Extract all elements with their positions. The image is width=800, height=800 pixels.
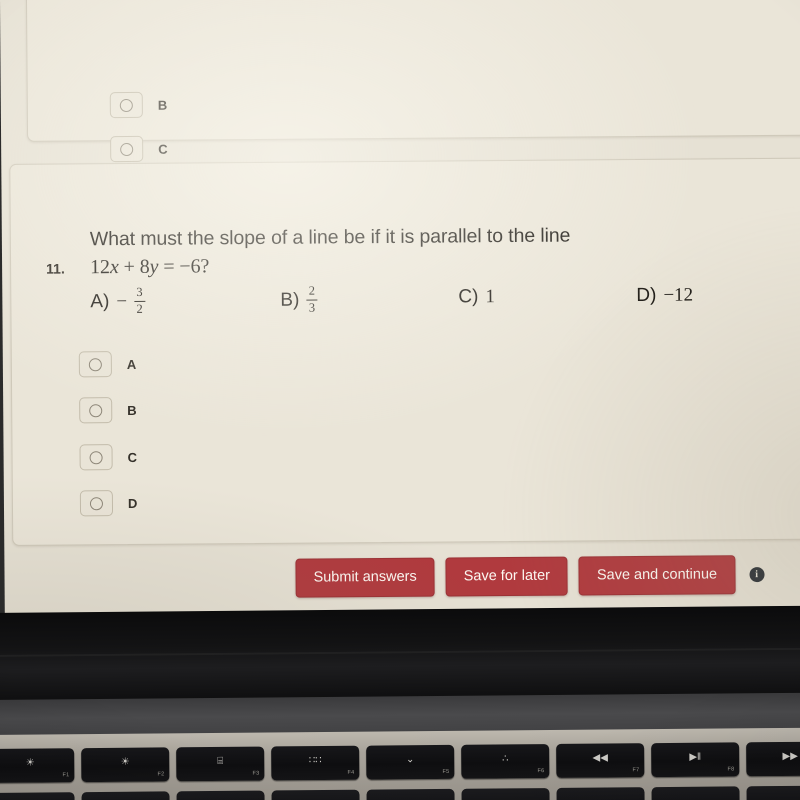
key[interactable] — [461, 788, 550, 800]
choice-a-denominator: 2 — [136, 302, 143, 317]
answer-choices: A) − 3 2 B) 2 3 C) 1 D) −12 — [90, 280, 730, 327]
choice-d-value: −12 — [663, 284, 694, 306]
choice-d: D) −12 — [636, 285, 693, 307]
key[interactable] — [176, 790, 265, 800]
answer-label-b: B — [127, 402, 137, 418]
save-for-later-button[interactable]: Save for later — [445, 556, 569, 597]
submit-answers-button[interactable]: Submit answers — [295, 557, 435, 598]
brightness-down-icon: ☀ — [25, 757, 35, 769]
question-text: What must the slope of a line be if it i… — [90, 221, 690, 282]
choice-a-numerator: 3 — [136, 284, 143, 299]
radio-dot — [89, 450, 103, 464]
photograph-of-laptop-screen: B C D 11. What must the slope of a line … — [0, 0, 800, 800]
number-key-row — [0, 785, 800, 800]
radio-dot — [120, 142, 134, 156]
key[interactable] — [366, 788, 455, 800]
choice-a-fraction: 3 2 — [134, 284, 146, 317]
key-label: F3 — [252, 770, 260, 777]
play-pause-key[interactable]: ▶‖ F8 — [651, 742, 740, 778]
mission-control-key[interactable]: ⌸ F3 — [176, 746, 265, 782]
rewind-icon: ◀◀ — [592, 752, 608, 764]
brightness-up-key[interactable]: ☀ F2 — [81, 747, 170, 783]
function-key-row: ☀ F1 ☀ F2 ⌸ F3 ∷∷ F4 ⌄ F5 ∴ F6 ◀◀ F7 ▶‖ … — [0, 741, 800, 785]
key[interactable] — [81, 791, 170, 800]
key-label: F8 — [727, 766, 735, 773]
laptop-screen-content: B C D 11. What must the slope of a line … — [0, 0, 800, 622]
keyboard-backlight-down-key[interactable]: ⌄ F5 — [366, 744, 455, 780]
radio-dot — [88, 357, 102, 371]
equation-coefficient-1: 12 — [90, 256, 111, 279]
key-label: F5 — [442, 768, 450, 775]
action-button-bar: Submit answers Save for later Save and c… — [295, 555, 765, 598]
fast-forward-icon: ▶▶ — [782, 750, 798, 762]
radio-button-c[interactable] — [110, 135, 144, 163]
brightness-down-key[interactable]: ☀ F1 — [0, 748, 75, 783]
question-equation: 12x + 8y = −6? — [90, 255, 209, 278]
choice-a-sign: − — [116, 291, 128, 313]
launchpad-key[interactable]: ∷∷ F4 — [271, 745, 360, 781]
key-label: F7 — [632, 767, 640, 774]
mission-control-icon: ⌸ — [217, 755, 224, 767]
brightness-up-icon: ☀ — [120, 756, 130, 768]
question-number: 11. — [46, 260, 65, 277]
launchpad-icon: ∷∷ — [308, 754, 322, 767]
choice-b-numerator: 2 — [308, 283, 315, 298]
key[interactable] — [746, 785, 800, 800]
key-label: F1 — [62, 772, 70, 779]
keyboard-backlight-down-icon: ⌄ — [405, 754, 415, 766]
choice-b-label: B) — [280, 290, 300, 312]
radio-dot — [89, 496, 104, 510]
answer-option-c[interactable]: C — [79, 444, 138, 471]
rewind-key[interactable]: ◀◀ F7 — [556, 743, 645, 778]
choice-a-label: A) — [90, 291, 110, 313]
choice-b-fraction: 2 3 — [306, 283, 318, 316]
save-and-continue-button[interactable]: Save and continue — [578, 555, 736, 596]
answer-label-d: D — [127, 495, 138, 511]
radio-button-b[interactable] — [109, 91, 143, 119]
option-label-c: C — [158, 141, 168, 157]
equation-right-side: = −6? — [158, 255, 210, 278]
key-label: F4 — [347, 769, 355, 776]
choice-c: C) 1 — [458, 286, 495, 308]
key[interactable] — [271, 789, 360, 800]
equation-variable-x: x — [109, 256, 119, 279]
choice-c-value: 1 — [485, 286, 495, 308]
equation-operator: + 8 — [118, 255, 150, 279]
choice-c-label: C) — [458, 286, 479, 308]
answer-option-a[interactable]: A — [78, 351, 137, 378]
play-pause-icon: ▶‖ — [689, 751, 702, 763]
answer-label-a: A — [126, 356, 137, 372]
choice-d-label: D) — [636, 284, 657, 307]
answer-option-d[interactable]: D — [79, 490, 138, 517]
question-prompt-line: What must the slope of a line be if it i… — [89, 224, 571, 251]
answer-option-b[interactable]: B — [79, 397, 137, 424]
key[interactable] — [0, 792, 75, 800]
radio-dot — [119, 98, 133, 112]
key-label: F2 — [157, 771, 165, 778]
radio-dot — [89, 403, 103, 417]
info-icon[interactable]: i — [749, 567, 765, 583]
laptop-keyboard-deck: ☀ F1 ☀ F2 ⌸ F3 ∷∷ F4 ⌄ F5 ∴ F6 ◀◀ F7 ▶‖ … — [0, 727, 800, 800]
key[interactable] — [556, 787, 645, 800]
option-row-b[interactable]: B — [109, 91, 168, 119]
radio-button-c[interactable] — [79, 444, 113, 471]
keyboard-backlight-up-key[interactable]: ∴ F6 — [461, 744, 550, 779]
choice-b-denominator: 3 — [308, 300, 316, 315]
option-label-b: B — [157, 97, 168, 113]
radio-button-b[interactable] — [79, 397, 113, 424]
key-label: F6 — [537, 768, 545, 775]
radio-button-a[interactable] — [78, 351, 112, 378]
answer-label-c: C — [127, 449, 138, 465]
radio-button-d[interactable] — [79, 490, 114, 517]
option-row-c[interactable]: C — [110, 135, 168, 163]
choice-b: B) 2 3 — [280, 283, 318, 317]
previous-question-card: B C D — [25, 0, 800, 207]
fast-forward-key[interactable]: ▶▶ F9 — [746, 741, 800, 777]
laptop-screen-bezel — [0, 605, 800, 705]
choice-a: A) − 3 2 — [90, 284, 146, 318]
keyboard-backlight-up-icon: ∴ — [501, 753, 509, 765]
key[interactable] — [651, 786, 740, 800]
